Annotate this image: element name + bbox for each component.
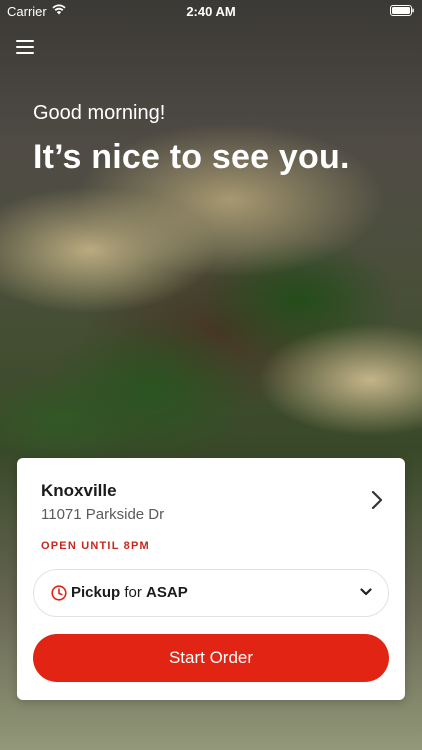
status-time: 2:40 AM	[186, 4, 236, 19]
status-bar: Carrier 2:40 AM	[0, 0, 422, 22]
chevron-down-icon	[360, 588, 372, 596]
start-order-button[interactable]: Start Order	[33, 634, 389, 682]
location-address: 11071 Parkside Dr	[41, 506, 165, 523]
open-status-badge: OPEN UNTIL 8PM	[41, 540, 150, 552]
greeting-text: Good morning!	[33, 102, 166, 124]
location-name[interactable]: Knoxville	[41, 481, 117, 501]
order-mode-text: Pickup for ASAP	[71, 584, 188, 601]
order-mode-label: Pickup	[71, 584, 121, 601]
order-time-label: ASAP	[146, 584, 188, 601]
battery-icon	[390, 5, 414, 16]
order-mode-connector: for	[124, 584, 142, 601]
hamburger-menu-icon[interactable]	[16, 40, 34, 56]
order-mode-selector[interactable]: Pickup for ASAP	[33, 569, 389, 617]
location-card: Knoxville 11071 Parkside Dr OPEN UNTIL 8…	[17, 458, 405, 700]
headline-text: It’s nice to see you.	[33, 138, 350, 176]
clock-icon	[51, 585, 67, 601]
chevron-right-icon[interactable]	[371, 490, 383, 510]
